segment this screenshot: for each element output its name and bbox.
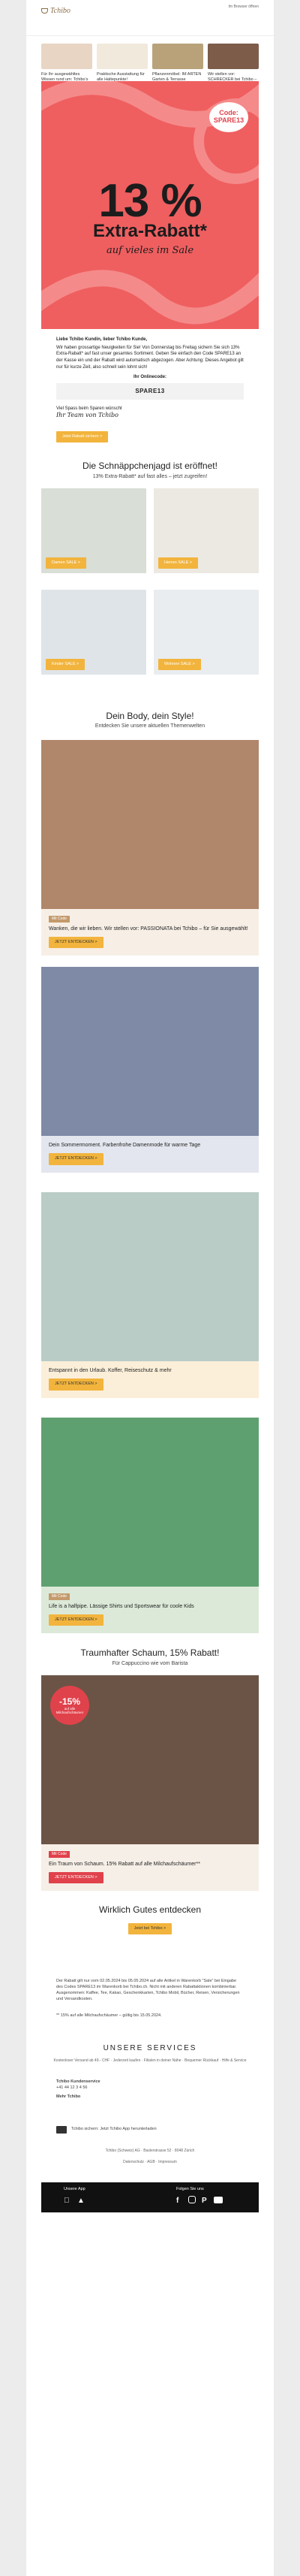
- more-title: Wirklich Gutes entdecken: [98, 1904, 202, 1915]
- hero-banner[interactable]: Code: SPARE13 13 % Extra-Rabatt* auf vie…: [41, 81, 259, 329]
- sale-button[interactable]: Wohnen SALE >: [158, 658, 201, 670]
- foam-subtitle: Für Cappuccino wie vom Barista: [112, 1661, 188, 1666]
- follow-label: Folgen Sie uns: [176, 2187, 204, 2191]
- youtube-icon[interactable]: [214, 2197, 223, 2203]
- sale-title: Die Schnäppchenjagd ist eröffnet!: [82, 461, 218, 471]
- feature-tag: Mit Code: [49, 916, 70, 923]
- legal-text-1: Der Rabatt gilt nur vom 02.05.2024 bis 0…: [56, 1979, 240, 2001]
- feature-button[interactable]: JETZT ENTDECKEN >: [49, 1153, 104, 1165]
- sale-button[interactable]: Herren SALE >: [158, 557, 199, 569]
- feature-button[interactable]: JETZT ENTDECKEN >: [49, 1614, 104, 1626]
- online-code-box[interactable]: SPARE13: [56, 383, 244, 400]
- app-label: Unsere App: [64, 2187, 86, 2191]
- logo-text: Tchibo: [50, 7, 70, 15]
- app-promo-text: Tchibo sichern: Jetzt Tchibo App herunte…: [71, 2127, 157, 2132]
- sale-button[interactable]: Kinder SALE >: [46, 658, 86, 670]
- sale-tile-kids[interactable]: Kinder SALE >: [41, 590, 146, 675]
- feature-text: Entspannt in den Urlaub. Koffer, Reisesc…: [49, 1368, 172, 1373]
- code-badge: Code: SPARE13: [209, 102, 248, 132]
- contact-phone[interactable]: +41 44 12 3 4 56: [56, 2085, 244, 2091]
- category-image: [41, 44, 92, 69]
- services-block: UNSERE SERVICES Kostenloser Versand ab 4…: [41, 2043, 259, 2063]
- instagram-icon[interactable]: [188, 2196, 196, 2203]
- android-icon[interactable]: ▲: [77, 2196, 85, 2206]
- contact-title: Tchibo Kundenservice: [56, 2079, 100, 2084]
- online-code-label: Ihr Onlinecode:: [133, 375, 166, 379]
- code-badge-value: SPARE13: [213, 116, 244, 124]
- email-page: Tchibo Im Browser öffnen Für Ihr ausgewä…: [26, 0, 274, 2576]
- feature-text: Wanken, die wir lieben. Wir stellen vor:…: [49, 926, 248, 932]
- feature-image: [41, 1418, 259, 1587]
- foam-tag: Mit Code: [49, 1851, 70, 1858]
- feature-image: [41, 740, 259, 909]
- footer-bar: Unsere App  ▲ Folgen Sie uns f P: [41, 2182, 259, 2212]
- feature-button[interactable]: JETZT ENTDECKEN >: [49, 936, 104, 949]
- more-button-wrap: Jetzt bei Tchibo >: [26, 1923, 274, 1935]
- feature-image: [41, 1192, 259, 1361]
- feature-text: Dein Sommermoment. Farbenfrohe Damenmode…: [49, 1143, 201, 1148]
- services-line[interactable]: Kostenloser Versand ab 49.- CHF · Jederz…: [41, 2058, 259, 2064]
- foam-badge-text: auf alle Milchaufschäumer: [56, 1707, 84, 1715]
- pinterest-icon[interactable]: P: [202, 2196, 207, 2206]
- foam-title: Traumhafter Schaum, 15% Rabatt!: [80, 1647, 220, 1658]
- foam-discount-badge: -15% auf alle Milchaufschäumer: [50, 1686, 89, 1725]
- body-style-subtitle: Entdecken Sie unsere aktuellen Themenwel…: [94, 723, 206, 729]
- footer-address: Tchibo (Schweiz) AG · Baslerstrasse 52 ·…: [105, 2149, 195, 2153]
- feature-text: Life is a halfpipe. Lässige Shirts und S…: [49, 1603, 194, 1609]
- foam-button[interactable]: JETZT ENTDECKEN >: [49, 1871, 104, 1884]
- coffee-cup-icon: [41, 8, 48, 14]
- hero-extra: Extra-Rabatt*: [92, 221, 208, 241]
- category-image: [97, 44, 148, 69]
- feature-card[interactable]: Entspannt in den Urlaub. Koffer, Reisesc…: [41, 1192, 259, 1398]
- sale-tile-men[interactable]: Herren SALE >: [154, 488, 259, 573]
- secure-discount-button[interactable]: Jetzt Rabatt sichern >: [56, 431, 109, 443]
- apple-icon[interactable]: : [64, 2196, 70, 2206]
- foam-image: -15% auf alle Milchaufschäumer: [41, 1675, 259, 1844]
- foam-card[interactable]: -15% auf alle Milchaufschäumer Mit Code …: [41, 1675, 259, 1892]
- feature-tag: Mit Code: [49, 1593, 70, 1600]
- feature-button[interactable]: JETZT ENTDECKEN >: [49, 1379, 104, 1391]
- foam-text: Ein Traum von Schaum. 15% Rabatt auf all…: [49, 1861, 200, 1867]
- phone-icon: [56, 2126, 67, 2134]
- top-bar: Tchibo Im Browser öffnen: [26, 0, 274, 36]
- footer-links[interactable]: Datenschutz · AGB · Impressum: [26, 2160, 274, 2165]
- sale-grid: Damen SALE > Herren SALE > Kinder SALE >…: [41, 488, 259, 675]
- feature-image: [41, 967, 259, 1136]
- feature-card[interactable]: Mit Code Wanken, die wir lieben. Wir ste…: [41, 740, 259, 956]
- category-image: [152, 44, 203, 69]
- legal-text-2: ** 15% auf alle Milchaufschäumer – gülti…: [56, 2013, 162, 2018]
- facebook-icon[interactable]: f: [176, 2196, 178, 2206]
- sale-tile-home[interactable]: Wohnen SALE >: [154, 590, 259, 675]
- app-promo[interactable]: Tchibo sichern: Jetzt Tchibo App herunte…: [56, 2126, 244, 2134]
- intro-body: Wir haben grossartige Neuigkeiten für Si…: [56, 345, 244, 370]
- signature-block: Viel Spass beim Sparen wünscht Ihr Team …: [56, 406, 122, 420]
- sale-subtitle: 13% Extra-Rabatt* auf fast alles – jetzt…: [92, 474, 208, 479]
- hero-subtitle: auf vieles im Sale: [106, 245, 194, 256]
- closing-text: Viel Spass beim Sparen wünscht: [56, 406, 122, 411]
- sale-button[interactable]: Damen SALE >: [46, 557, 87, 569]
- more-button[interactable]: Jetzt bei Tchibo >: [128, 1923, 172, 1935]
- greeting: Liebe Tchibo Kundin, lieber Tchibo Kunde…: [56, 337, 148, 342]
- feature-card[interactable]: Dein Sommermoment. Farbenfrohe Damenmode…: [41, 967, 259, 1173]
- body-style-title: Dein Body, dein Style!: [106, 711, 194, 721]
- services-title: UNSERE SERVICES: [103, 2044, 197, 2052]
- sale-tile-women[interactable]: Damen SALE >: [41, 488, 146, 573]
- open-in-browser-link[interactable]: Im Browser öffnen: [229, 5, 259, 10]
- tchibo-logo[interactable]: Tchibo: [41, 6, 70, 17]
- feature-card[interactable]: Mit Code Life is a halfpipe. Lässige Shi…: [41, 1418, 259, 1634]
- signature: Ihr Team von Tchibo: [56, 412, 118, 419]
- category-image: [208, 44, 259, 69]
- foam-badge-percent: -15%: [58, 1696, 80, 1707]
- intro-text: Liebe Tchibo Kundin, lieber Tchibo Kunde…: [56, 337, 244, 370]
- contact-block: Tchibo Kundenservice +41 44 12 3 4 56 Me…: [56, 2079, 244, 2100]
- more-tchibo[interactable]: Mehr Tchibo: [56, 2094, 244, 2100]
